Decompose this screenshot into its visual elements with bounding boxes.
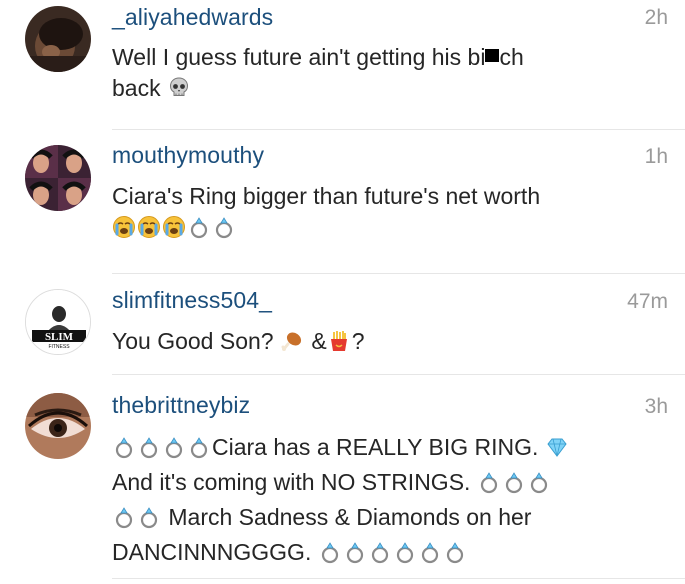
ring-icon (112, 435, 136, 459)
comment-text-part: You Good Son? (112, 328, 274, 354)
crying-face-icon (137, 215, 161, 239)
username[interactable]: thebrittneybiz (112, 392, 250, 419)
avatar[interactable] (25, 6, 91, 72)
french-fries-icon (327, 329, 351, 353)
comment-text-part: Ciara has a REALLY BIG RING. (212, 434, 539, 460)
ring-icon (368, 540, 392, 564)
username[interactable]: _aliyahedwards (112, 4, 273, 31)
divider (112, 273, 685, 274)
redaction-box (485, 49, 500, 62)
ring-icon (187, 435, 211, 459)
comment-text-part: ch (499, 44, 524, 70)
comment-text-part: March Sadness & Diamonds on her (168, 504, 532, 530)
comment-text: You Good Son? &? (112, 326, 642, 357)
divider (112, 374, 685, 375)
avatar[interactable] (25, 145, 91, 211)
comment-text-part: back (112, 75, 161, 101)
ring-icon (137, 505, 161, 529)
avatar[interactable] (25, 393, 91, 459)
comment-text-part: & (311, 328, 327, 354)
ring-icon (502, 470, 526, 494)
comment-text: Ciara has a REALLY BIG RING. And it's co… (112, 430, 642, 570)
ring-icon (443, 540, 467, 564)
skull-emoji-icon (167, 76, 191, 100)
timestamp: 2h (644, 6, 668, 29)
ring-icon (187, 215, 211, 239)
avatar[interactable]: SLIM FITNESS (25, 289, 91, 355)
ring-icon (318, 540, 342, 564)
divider (112, 129, 685, 130)
comment-text-part: Well I guess future ain't getting his bi (112, 44, 486, 70)
avatar-logo-text: SLIM (45, 331, 74, 343)
timestamp: 47m (627, 290, 668, 313)
poultry-leg-icon (280, 329, 304, 353)
comment-text-part: ? (351, 328, 365, 354)
username[interactable]: slimfitness504_ (112, 287, 272, 314)
ring-icon (527, 470, 551, 494)
emoji-row (112, 212, 642, 243)
timestamp: 3h (644, 395, 668, 418)
comment-text-part: And it's coming with NO STRINGS. (112, 469, 471, 495)
ring-icon (112, 505, 136, 529)
comment-feed: _aliyahedwards 2h Well I guess future ai… (0, 0, 685, 584)
ring-icon (162, 435, 186, 459)
comment-text: Well I guess future ain't getting his bi… (112, 42, 642, 104)
ring-icon (393, 540, 417, 564)
divider (112, 578, 685, 579)
ring-icon (477, 470, 501, 494)
crying-face-icon (162, 215, 186, 239)
comment-text-part: DANCINNNGGGG. (112, 539, 312, 565)
username[interactable]: mouthymouthy (112, 142, 264, 169)
crying-face-icon (112, 215, 136, 239)
ring-icon (137, 435, 161, 459)
comment-text: Ciara's Ring bigger than future's net wo… (112, 181, 642, 243)
avatar-logo-subtext: FITNESS (48, 344, 70, 350)
gem-icon (545, 435, 569, 459)
ring-icon (418, 540, 442, 564)
comment-text-part: Ciara's Ring bigger than future's net wo… (112, 183, 541, 209)
ring-icon (212, 215, 236, 239)
timestamp: 1h (644, 145, 668, 168)
ring-icon (343, 540, 367, 564)
